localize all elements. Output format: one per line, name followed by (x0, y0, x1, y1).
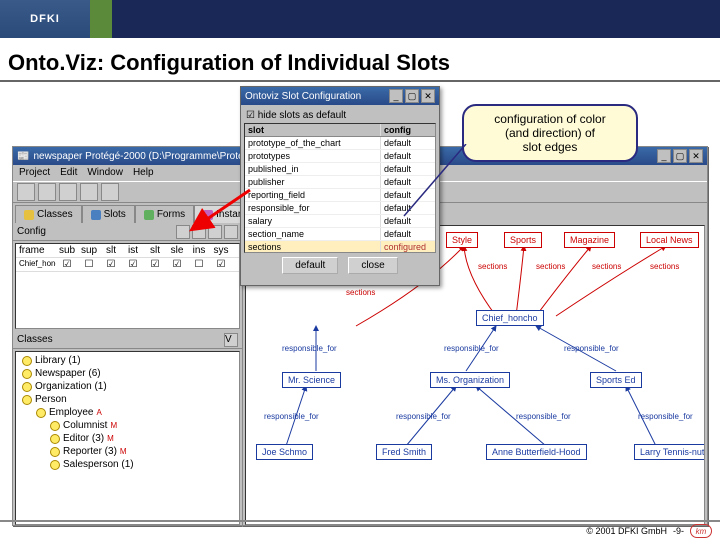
toolbar-button[interactable] (80, 183, 98, 201)
menu-window[interactable]: Window (87, 167, 123, 179)
tree-item[interactable]: Newspaper (6) (18, 367, 237, 380)
edge-label: sections (536, 262, 565, 271)
hide-slots-checkbox[interactable]: ☑ hide slots as default (244, 108, 436, 123)
tree-item[interactable]: Salesperson (1) (18, 458, 237, 471)
edge-label: responsible_for (444, 344, 499, 353)
graph-node[interactable]: Anne Butterfield-Hood (486, 444, 587, 460)
maximize-button[interactable]: ▢ (405, 89, 419, 103)
edge-label: responsible_for (396, 412, 451, 421)
edge-label: sections (346, 288, 375, 297)
dialog-title: Ontoviz Slot Configuration (245, 91, 361, 102)
slide-footer: © 2001 DFKI GmbH -9- km (0, 520, 720, 540)
toolbar-button[interactable] (17, 183, 35, 201)
tree-item[interactable]: Editor (3)M (18, 432, 237, 445)
edge-label: responsible_for (264, 412, 319, 421)
classes-panel-header: Classes V (13, 331, 242, 349)
menu-project[interactable]: Project (19, 167, 50, 179)
table-row[interactable]: sectionsconfigured (245, 241, 435, 253)
dialog-titlebar[interactable]: Ontoviz Slot Configuration _ ▢ ✕ (241, 87, 439, 105)
edge-label: sections (478, 262, 507, 271)
tree-item[interactable]: Person (18, 393, 237, 406)
graph-node[interactable]: Mr. Science (282, 372, 341, 388)
tree-item[interactable]: ColumnistM (18, 419, 237, 432)
minimize-button[interactable]: _ (657, 149, 671, 163)
graph-node[interactable]: Magazine (564, 232, 615, 248)
edge-label: sections (650, 262, 679, 271)
table-row[interactable]: Chief_honcho ☑ ☐ ☑ ☑ ☑ ☑ ☐ ☑ (16, 258, 239, 272)
maximize-button[interactable]: ▢ (673, 149, 687, 163)
toolbar-button[interactable] (59, 183, 77, 201)
window-title: newspaper Protégé-2000 (D:\Programme\Pro… (33, 151, 257, 162)
tab-classes[interactable]: Classes (15, 205, 82, 223)
edge-label: responsible_for (564, 344, 619, 353)
tree-item[interactable]: Reporter (3)M (18, 445, 237, 458)
toolbar-button[interactable] (38, 183, 56, 201)
graph-node[interactable]: Joe Schmo (256, 444, 313, 460)
panel-tool-button[interactable]: V (224, 333, 238, 347)
graph-node[interactable]: Larry Tennis-nut (634, 444, 705, 460)
close-dialog-button[interactable]: close (348, 257, 397, 274)
table-header-row: frame sub sup slt ist slt sle ins sys (16, 244, 239, 258)
graph-node[interactable]: Fred Smith (376, 444, 432, 460)
menu-edit[interactable]: Edit (60, 167, 77, 179)
minimize-button[interactable]: _ (389, 89, 403, 103)
close-button[interactable]: ✕ (689, 149, 703, 163)
tree-item[interactable]: EmployeeA (18, 406, 237, 419)
top-strip (90, 0, 720, 38)
slide-title: Onto.Viz: Configuration of Individual Sl… (0, 40, 720, 82)
graph-node[interactable]: Sports (504, 232, 542, 248)
close-button[interactable]: ✕ (421, 89, 435, 103)
top-bar: DFKI (0, 0, 720, 40)
edge-label: sections (592, 262, 621, 271)
app-icon: 📰 (17, 151, 29, 162)
graph-node[interactable]: Local News (640, 232, 699, 248)
tab-slots[interactable]: Slots (82, 205, 135, 223)
graph-node[interactable]: Chief_honcho (476, 310, 544, 326)
config-table: frame sub sup slt ist slt sle ins sys Ch… (15, 243, 240, 329)
default-button[interactable]: default (282, 257, 338, 274)
class-tree[interactable]: Library (1)Newspaper (6)Organization (1)… (15, 351, 240, 525)
km-logo: km (690, 524, 712, 538)
edge-label: responsible_for (638, 412, 693, 421)
graph-node[interactable]: Sports Ed (590, 372, 642, 388)
dfki-logo: DFKI (0, 0, 90, 38)
edge-label: responsible_for (282, 344, 337, 353)
menu-help[interactable]: Help (133, 167, 154, 179)
tab-forms[interactable]: Forms (135, 205, 194, 223)
toolbar-button[interactable] (101, 183, 119, 201)
graph-node[interactable]: Style (446, 232, 478, 248)
edge-label: responsible_for (516, 412, 571, 421)
graph-node[interactable]: Ms. Organization (430, 372, 510, 388)
tree-item[interactable]: Library (1) (18, 354, 237, 367)
tree-item[interactable]: Organization (1) (18, 380, 237, 393)
